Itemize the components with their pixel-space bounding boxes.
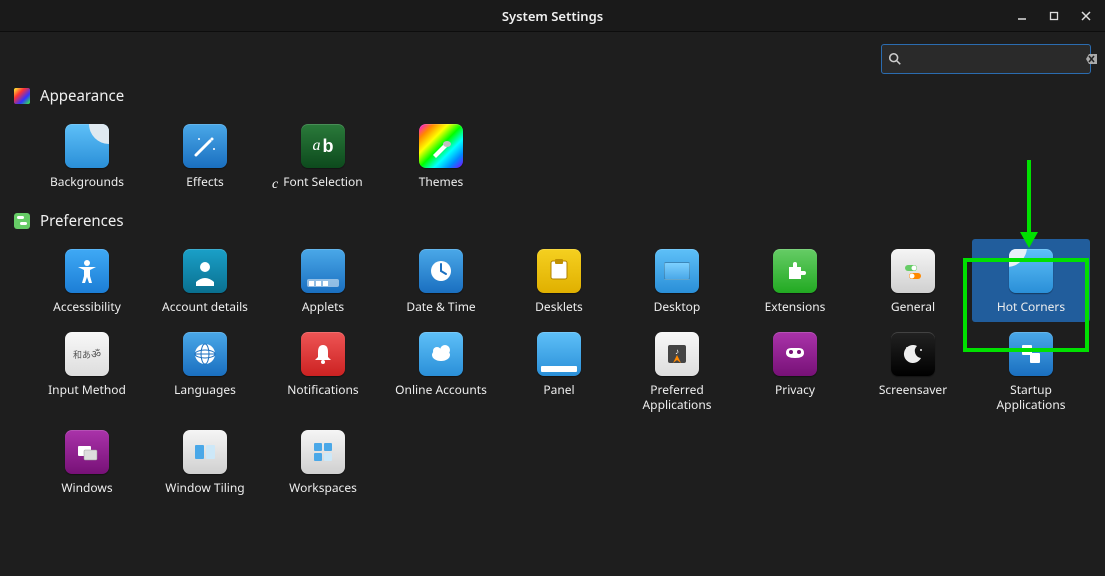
item-label: Window Tiling — [165, 480, 244, 495]
category-title: Appearance — [40, 86, 124, 106]
settings-item-languages[interactable]: Languages — [146, 322, 264, 420]
search-icon — [888, 52, 902, 66]
search-box[interactable] — [881, 44, 1091, 74]
desklets-icon — [537, 249, 581, 293]
font-selection-icon: ab c — [301, 124, 345, 168]
online-accounts-icon — [419, 332, 463, 376]
category-header-preferences: Preferences — [14, 211, 1091, 231]
item-label: Privacy — [775, 382, 815, 397]
settings-item-backgrounds[interactable]: Backgrounds — [28, 114, 146, 197]
item-label: Preferred Applications — [622, 382, 732, 412]
close-button[interactable] — [1071, 2, 1101, 30]
settings-item-font-selection[interactable]: ab c Font Selection — [264, 114, 382, 197]
item-label: Notifications — [287, 382, 358, 397]
window-controls — [1007, 0, 1101, 32]
item-label: Hot Corners — [997, 299, 1065, 314]
date-time-icon — [419, 249, 463, 293]
settings-item-desklets[interactable]: Desklets — [500, 239, 618, 322]
settings-item-date-time[interactable]: Date & Time — [382, 239, 500, 322]
screensaver-icon — [891, 332, 935, 376]
item-label: Panel — [543, 382, 574, 397]
settings-item-account-details[interactable]: Account details — [146, 239, 264, 322]
item-label: Desklets — [535, 299, 583, 314]
item-label: Effects — [186, 174, 224, 189]
category-title: Preferences — [40, 211, 124, 231]
appearance-category-icon — [14, 88, 30, 104]
desktop-icon — [655, 249, 699, 293]
settings-item-preferred-applications[interactable]: ♪ Preferred Applications — [618, 322, 736, 420]
languages-icon — [183, 332, 227, 376]
panel-icon — [537, 332, 581, 376]
item-label: Desktop — [654, 299, 701, 314]
preferred-applications-icon: ♪ — [655, 332, 699, 376]
extensions-icon — [773, 249, 817, 293]
settings-item-startup-applications[interactable]: Startup Applications — [972, 322, 1090, 420]
hot-corners-icon — [1009, 249, 1053, 293]
settings-item-notifications[interactable]: Notifications — [264, 322, 382, 420]
category-preferences: Preferences Accessibility Account detail… — [0, 211, 1105, 511]
item-label: Windows — [61, 480, 112, 495]
window-tiling-icon — [183, 430, 227, 474]
account-details-icon — [183, 249, 227, 293]
settings-item-input-method[interactable]: 和あॐ Input Method — [28, 322, 146, 420]
settings-item-window-tiling[interactable]: Window Tiling — [146, 420, 264, 503]
windows-icon — [65, 430, 109, 474]
category-appearance: Appearance Backgrounds Effects ab — [0, 86, 1105, 205]
clear-search-icon[interactable] — [1084, 51, 1100, 67]
settings-item-themes[interactable]: Themes — [382, 114, 500, 197]
item-label: Input Method — [48, 382, 126, 397]
toolbar — [0, 32, 1105, 80]
settings-item-applets[interactable]: Applets — [264, 239, 382, 322]
preferences-category-icon — [14, 213, 30, 229]
item-label: Extensions — [765, 299, 826, 314]
startup-applications-icon — [1009, 332, 1053, 376]
settings-item-panel[interactable]: Panel — [500, 322, 618, 420]
settings-item-effects[interactable]: Effects — [146, 114, 264, 197]
settings-item-hot-corners[interactable]: Hot Corners — [972, 239, 1090, 322]
appearance-items: Backgrounds Effects ab c Font Selection — [14, 114, 1091, 197]
general-icon — [891, 249, 935, 293]
preferences-items: Accessibility Account details Applets — [14, 239, 1091, 503]
accessibility-icon — [65, 249, 109, 293]
settings-item-windows[interactable]: Windows — [28, 420, 146, 503]
themes-icon — [419, 124, 463, 168]
settings-item-desktop[interactable]: Desktop — [618, 239, 736, 322]
settings-item-screensaver[interactable]: Screensaver — [854, 322, 972, 420]
item-label: Online Accounts — [395, 382, 487, 397]
item-label: Accessibility — [53, 299, 121, 314]
item-label: Workspaces — [289, 480, 357, 495]
backgrounds-icon — [65, 124, 109, 168]
privacy-icon — [773, 332, 817, 376]
item-label: Screensaver — [879, 382, 947, 397]
settings-item-privacy[interactable]: Privacy — [736, 322, 854, 420]
effects-icon — [183, 124, 227, 168]
workspaces-icon — [301, 430, 345, 474]
settings-item-online-accounts[interactable]: Online Accounts — [382, 322, 500, 420]
item-label: Applets — [302, 299, 344, 314]
item-label: Backgrounds — [50, 174, 124, 189]
category-header-appearance: Appearance — [14, 86, 1091, 106]
settings-item-accessibility[interactable]: Accessibility — [28, 239, 146, 322]
item-label: Startup Applications — [976, 382, 1086, 412]
notifications-icon — [301, 332, 345, 376]
minimize-button[interactable] — [1007, 2, 1037, 30]
maximize-button[interactable] — [1039, 2, 1069, 30]
settings-item-workspaces[interactable]: Workspaces — [264, 420, 382, 503]
item-label: General — [891, 299, 935, 314]
item-label: Account details — [162, 299, 248, 314]
item-label: Themes — [419, 174, 464, 189]
input-method-icon: 和あॐ — [65, 332, 109, 376]
titlebar: System Settings — [0, 0, 1105, 32]
search-input[interactable] — [908, 52, 1084, 67]
item-label: Date & Time — [406, 299, 475, 314]
window-title: System Settings — [502, 7, 603, 25]
settings-item-extensions[interactable]: Extensions — [736, 239, 854, 322]
settings-item-general[interactable]: General — [854, 239, 972, 322]
item-label: Font Selection — [283, 174, 362, 189]
applets-icon — [301, 249, 345, 293]
item-label: Languages — [174, 382, 236, 397]
